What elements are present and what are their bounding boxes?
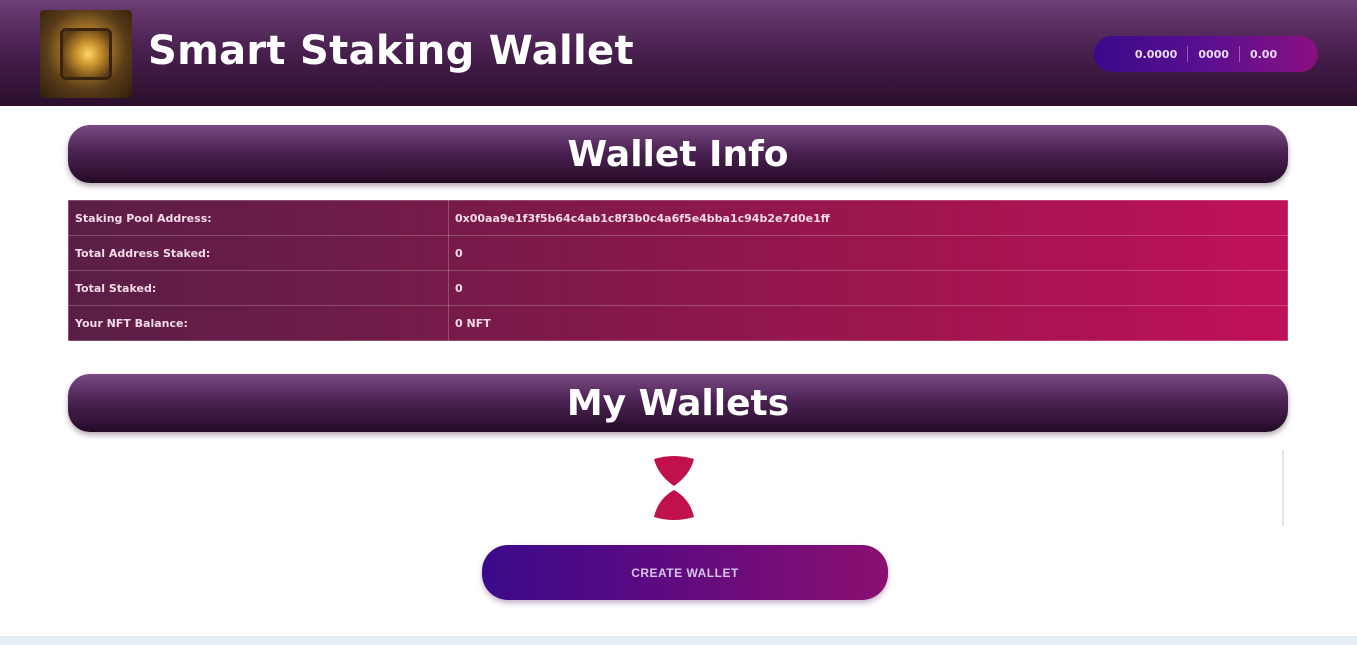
wallet-logo-icon — [40, 10, 132, 98]
badge-divider — [1187, 46, 1189, 62]
network-badge-block: 0000 — [1198, 47, 1229, 61]
page-bottom-strip — [0, 636, 1357, 645]
my-wallets-heading: My Wallets — [68, 374, 1288, 432]
wallet-list-scrollbar[interactable] — [1282, 450, 1284, 526]
network-badge[interactable]: 0.0000 0000 0.00 — [1094, 36, 1318, 72]
logo-emblem — [60, 28, 112, 80]
create-wallet-button[interactable]: CREATE WALLET — [482, 545, 888, 600]
table-row: Total Address Staked: 0 — [68, 235, 1288, 271]
wallet-info-heading: Wallet Info — [68, 125, 1288, 183]
network-badge-balance: 0.0000 — [1134, 47, 1178, 61]
hourglass-loading-icon — [654, 456, 694, 520]
network-badge-gas: 0.00 — [1249, 47, 1278, 61]
wallet-info-table: Staking Pool Address: 0x00aa9e1f3f5b64c4… — [68, 200, 1288, 341]
nft-balance-label: Your NFT Balance: — [68, 305, 449, 341]
staking-pool-address-value: 0x00aa9e1f3f5b64c4ab1c8f3b0c4a6f5e4bba1c… — [448, 200, 1288, 236]
total-address-staked-value: 0 — [448, 235, 1288, 271]
table-row: Your NFT Balance: 0 NFT — [68, 305, 1288, 341]
app-header: Smart Staking Wallet 0.0000 0000 0.00 — [0, 0, 1357, 106]
total-staked-value: 0 — [448, 270, 1288, 306]
table-row: Total Staked: 0 — [68, 270, 1288, 306]
badge-divider — [1238, 46, 1240, 62]
app-title: Smart Staking Wallet — [148, 28, 634, 74]
wallet-info-title: Wallet Info — [567, 133, 789, 175]
my-wallets-title: My Wallets — [566, 382, 790, 424]
total-address-staked-label: Total Address Staked: — [68, 235, 449, 271]
total-staked-label: Total Staked: — [68, 270, 449, 306]
staking-pool-address-label: Staking Pool Address: — [68, 200, 449, 236]
table-row: Staking Pool Address: 0x00aa9e1f3f5b64c4… — [68, 200, 1288, 236]
nft-balance-value: 0 NFT — [448, 305, 1288, 341]
